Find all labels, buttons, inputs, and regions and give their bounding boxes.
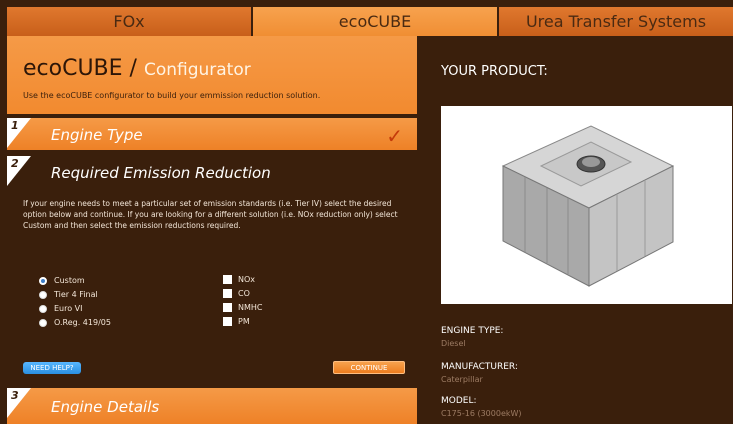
model-label: MODEL: <box>441 396 477 406</box>
step-description: If your engine needs to meet a particula… <box>23 199 398 230</box>
step-title: Required Emission Reduction <box>51 164 271 182</box>
step-engine-type[interactable]: 1 Engine Type ✓ <box>7 118 417 150</box>
radio-selected-icon[interactable] <box>39 276 47 285</box>
model-info: MODEL: C175-16 (3000ekW) <box>441 396 522 418</box>
page-title: ecoCUBE / Configurator <box>23 56 251 81</box>
step-engine-details[interactable]: 3 Engine Details <box>7 388 417 424</box>
step-title: Engine Details <box>51 398 160 416</box>
step-number-badge: 3 <box>7 388 31 418</box>
product-heading: YOUR PRODUCT: <box>441 64 548 79</box>
manufacturer-info: MANUFACTURER: Caterpillar <box>441 362 518 384</box>
engine-type-info: ENGINE TYPE: Diesel <box>441 326 503 348</box>
checkmark-icon: ✓ <box>386 124 403 148</box>
reduction-checkboxes: NOx CO NMHC PM <box>223 273 263 329</box>
checkbox-icon[interactable] <box>223 303 232 312</box>
step-title: Engine Type <box>51 126 143 144</box>
page-title-sub: Configurator <box>143 60 251 80</box>
radio-icon[interactable] <box>39 290 47 299</box>
configurator-panel: ecoCUBE / Configurator Use the ecoCUBE c… <box>7 36 417 424</box>
model-value: C175-16 (3000ekW) <box>441 409 522 418</box>
checkbox-nmhc[interactable]: NMHC <box>223 301 263 314</box>
radio-option-oreg[interactable]: O.Reg. 419/05 <box>39 316 111 329</box>
radio-icon[interactable] <box>39 304 47 313</box>
radio-option-tier-4-final[interactable]: Tier 4 Final <box>39 288 111 301</box>
ecocube-unit-image <box>501 125 675 287</box>
radio-option-euro-vi[interactable]: Euro VI <box>39 302 111 315</box>
tab-ecocube[interactable]: ecoCUBE <box>253 7 497 36</box>
manufacturer-value: Caterpillar <box>441 375 483 384</box>
checkbox-icon[interactable] <box>223 317 232 326</box>
engine-type-label: ENGINE TYPE: <box>441 326 504 336</box>
tab-fox[interactable]: FOx <box>7 7 251 36</box>
step-number-badge: 1 <box>7 118 31 148</box>
configurator-header: ecoCUBE / Configurator Use the ecoCUBE c… <box>7 36 417 114</box>
intro-text: Use the ecoCUBE configurator to build yo… <box>23 91 321 100</box>
need-help-button[interactable]: NEED HELP? <box>23 362 81 374</box>
manufacturer-label: MANUFACTURER: <box>441 362 518 372</box>
radio-icon[interactable] <box>39 318 47 327</box>
top-tabs: FOx ecoCUBE Urea Transfer Systems <box>0 0 733 36</box>
tab-urea-transfer-systems[interactable]: Urea Transfer Systems <box>499 7 733 36</box>
continue-button[interactable]: CONTINUE <box>333 361 405 374</box>
checkbox-co[interactable]: CO <box>223 287 263 300</box>
emission-standard-options: Custom Tier 4 Final Euro VI O.Reg. 419/0… <box>39 274 111 330</box>
checkbox-pm[interactable]: PM <box>223 315 263 328</box>
step-required-emission-reduction: 2 Required Emission Reduction If your en… <box>7 156 417 384</box>
checkbox-icon[interactable] <box>223 275 232 284</box>
radio-option-custom[interactable]: Custom <box>39 274 111 287</box>
checkbox-icon[interactable] <box>223 289 232 298</box>
product-summary-panel: YOUR PRODUCT: ENGINE TYPE: Diesel MANUFA… <box>427 36 733 424</box>
engine-type-value: Diesel <box>441 339 466 348</box>
product-image <box>441 106 732 304</box>
step-number-badge: 2 <box>7 156 31 186</box>
checkbox-nox[interactable]: NOx <box>223 273 263 286</box>
page-title-main: ecoCUBE / <box>23 56 137 81</box>
